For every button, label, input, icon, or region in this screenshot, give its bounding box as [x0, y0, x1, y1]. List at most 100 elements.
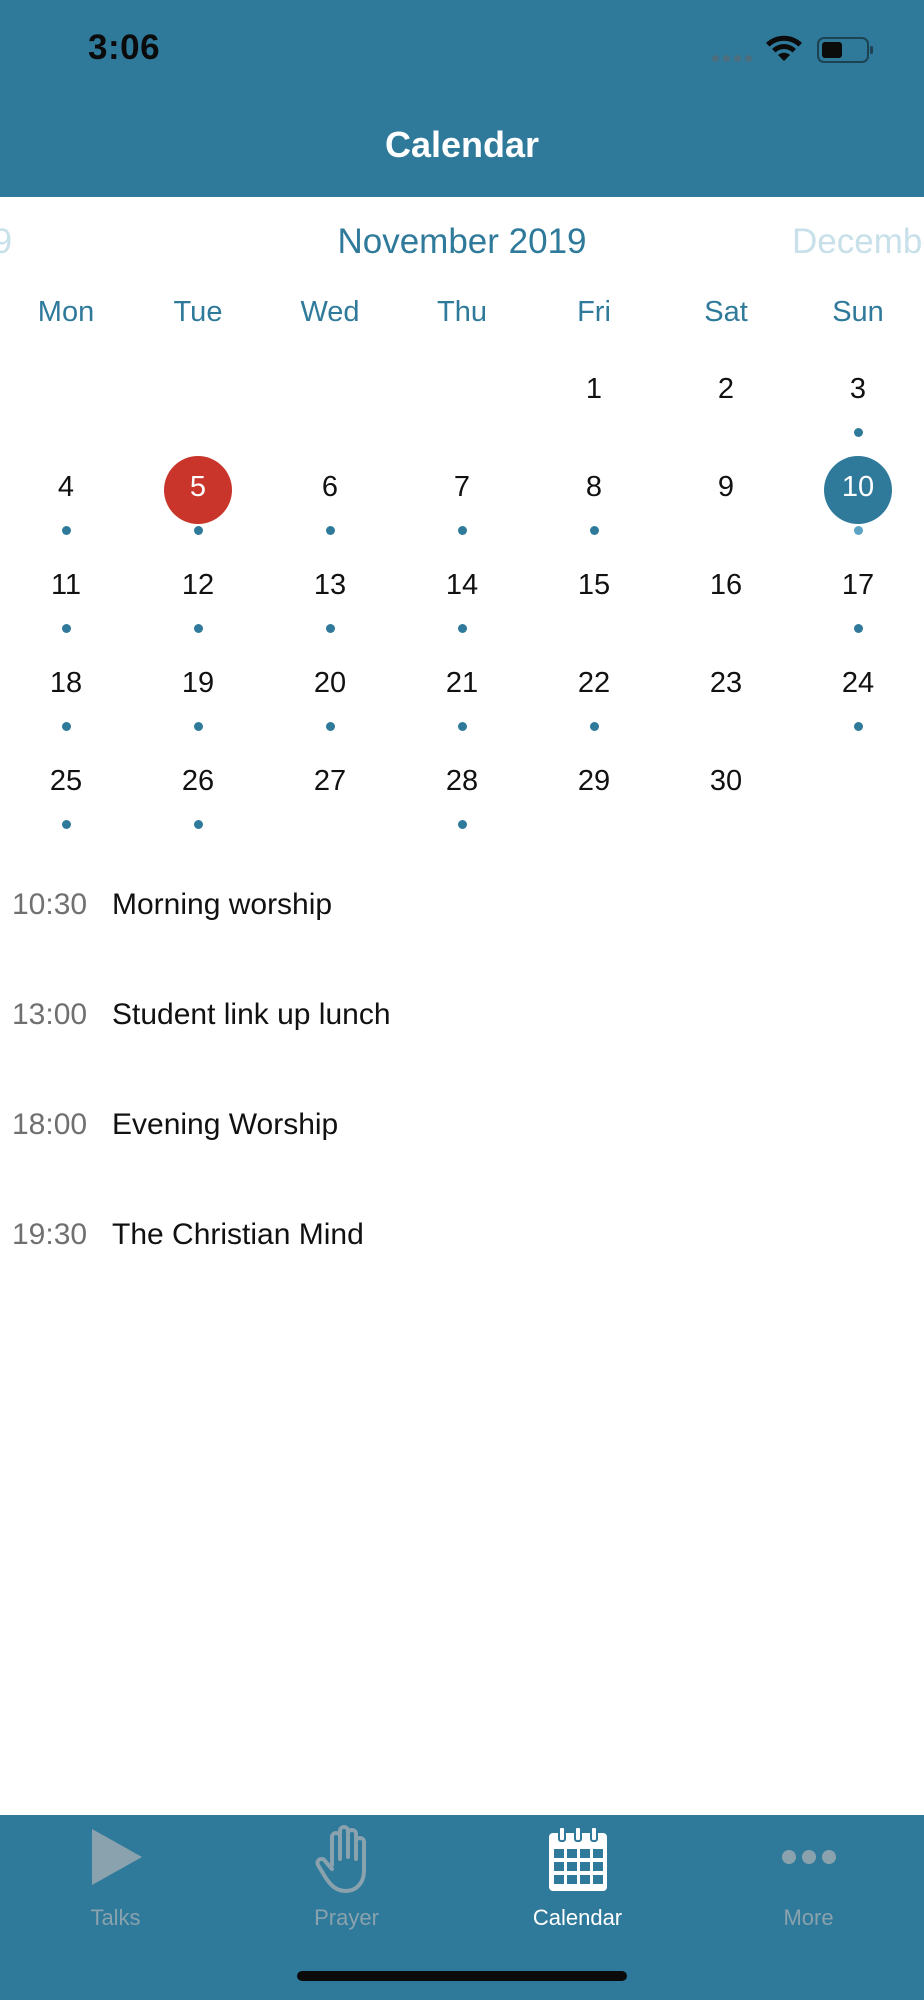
- day-cell[interactable]: 26: [132, 750, 264, 848]
- day-cell[interactable]: 3: [792, 358, 924, 456]
- event-indicator-dot: [854, 624, 863, 633]
- day-cell[interactable]: 16: [660, 554, 792, 652]
- day-cell[interactable]: 23: [660, 652, 792, 750]
- day-number: 13: [313, 569, 347, 601]
- day-number: 17: [841, 569, 875, 601]
- event-indicator-dot: [194, 526, 203, 535]
- day-cell[interactable]: 10: [792, 456, 924, 554]
- day-number: 18: [49, 667, 83, 699]
- day-number: 26: [181, 765, 215, 797]
- day-cell[interactable]: 7: [396, 456, 528, 554]
- day-number: 8: [585, 471, 603, 503]
- weekday-label: Fri: [577, 296, 611, 328]
- day-number: 23: [709, 667, 743, 699]
- day-cell[interactable]: 25: [0, 750, 132, 848]
- tab-label-talks: Talks: [90, 1905, 141, 1930]
- tab-calendar[interactable]: Calendar: [462, 1815, 693, 1935]
- event-title: Student link up lunch: [112, 998, 391, 1031]
- event-indicator-dot: [854, 428, 863, 437]
- day-cell[interactable]: 12: [132, 554, 264, 652]
- day-number: 12: [181, 569, 215, 601]
- day-number: 9: [717, 471, 735, 503]
- day-number: 20: [313, 667, 347, 699]
- day-cell[interactable]: 21: [396, 652, 528, 750]
- day-cell[interactable]: 27: [264, 750, 396, 848]
- day-cell[interactable]: 6: [264, 456, 396, 554]
- battery-icon: [817, 37, 873, 63]
- day-cell[interactable]: 20: [264, 652, 396, 750]
- day-cell[interactable]: 28: [396, 750, 528, 848]
- day-number: 30: [709, 765, 743, 797]
- event-indicator-dot: [194, 624, 203, 633]
- tab-more[interactable]: More: [693, 1815, 924, 1935]
- day-cell[interactable]: 14: [396, 554, 528, 652]
- day-cell[interactable]: 30: [660, 750, 792, 848]
- event-indicator-dot: [854, 722, 863, 731]
- event-title: Evening Worship: [112, 1108, 339, 1141]
- day-cell[interactable]: 29: [528, 750, 660, 848]
- weekday-label: Tue: [173, 296, 223, 328]
- event-indicator-dot: [194, 820, 203, 829]
- day-number: 4: [57, 471, 75, 503]
- day-number: 25: [49, 765, 83, 797]
- event-row[interactable]: 19:30 The Christian Mind: [0, 1210, 924, 1320]
- day-number: 27: [313, 765, 347, 797]
- event-title: Morning worship: [112, 888, 333, 921]
- status-time: 3:06: [88, 28, 161, 67]
- event-indicator-dot: [458, 820, 467, 829]
- day-number: 29: [577, 765, 611, 797]
- day-cell[interactable]: 19: [132, 652, 264, 750]
- play-icon: [0, 1825, 231, 1897]
- event-indicator-dot: [458, 722, 467, 731]
- weekday-label: Sat: [704, 296, 748, 328]
- month-switcher[interactable]: October 2019 November 2019 December 2019: [0, 222, 924, 272]
- day-number: 10: [841, 471, 875, 503]
- next-month-label[interactable]: December 2019: [792, 222, 924, 262]
- tab-talks[interactable]: Talks: [0, 1815, 231, 1935]
- day-cell[interactable]: 8: [528, 456, 660, 554]
- day-number: 16: [709, 569, 743, 601]
- day-cell[interactable]: 9: [660, 456, 792, 554]
- day-cell[interactable]: 5: [132, 456, 264, 554]
- day-number: 14: [445, 569, 479, 601]
- calendar-grid: 1 2 3 4 5 6 7 8 9 10 11 12 13 14 15 16 17 18 19 20 21 22 23 24 2…: [0, 358, 924, 838]
- event-indicator-dot: [62, 820, 71, 829]
- day-cell[interactable]: 15: [528, 554, 660, 652]
- day-number: 7: [453, 471, 471, 503]
- event-time: 18:00: [12, 1108, 88, 1141]
- event-indicator-dot: [590, 722, 599, 731]
- day-number: 1: [585, 373, 603, 405]
- tab-prayer[interactable]: Prayer: [231, 1815, 462, 1935]
- tab-label-more: More: [783, 1905, 834, 1930]
- day-cell[interactable]: 13: [264, 554, 396, 652]
- day-cell[interactable]: 17: [792, 554, 924, 652]
- day-cell[interactable]: 4: [0, 456, 132, 554]
- event-indicator-dot: [590, 526, 599, 535]
- event-indicator-dot: [326, 722, 335, 731]
- tab-label-prayer: Prayer: [314, 1905, 379, 1930]
- day-cell[interactable]: 2: [660, 358, 792, 456]
- event-indicator-dot: [194, 722, 203, 731]
- event-indicator-dot: [458, 624, 467, 633]
- event-row[interactable]: 18:00 Evening Worship: [0, 1100, 924, 1210]
- more-dots-icon: [693, 1825, 924, 1897]
- calendar-icon: [462, 1825, 693, 1897]
- day-number: 6: [321, 471, 339, 503]
- hand-icon: [231, 1825, 462, 1897]
- weekday-label: Mon: [37, 296, 95, 328]
- day-cell[interactable]: 1: [528, 358, 660, 456]
- day-number: 24: [841, 667, 875, 699]
- day-cell[interactable]: 11: [0, 554, 132, 652]
- day-cell[interactable]: 24: [792, 652, 924, 750]
- header-bar: 3:06 Calendar: [0, 0, 924, 197]
- event-row[interactable]: 13:00 Student link up lunch: [0, 990, 924, 1100]
- day-number: 5: [189, 471, 207, 503]
- event-time: 10:30: [12, 888, 88, 921]
- day-number: 19: [181, 667, 215, 699]
- day-number: 2: [717, 373, 735, 405]
- day-cell[interactable]: 18: [0, 652, 132, 750]
- day-cell[interactable]: 22: [528, 652, 660, 750]
- event-row[interactable]: 10:30 Morning worship: [0, 880, 924, 990]
- day-number: 11: [50, 569, 82, 601]
- current-month-label: November 2019: [337, 222, 587, 261]
